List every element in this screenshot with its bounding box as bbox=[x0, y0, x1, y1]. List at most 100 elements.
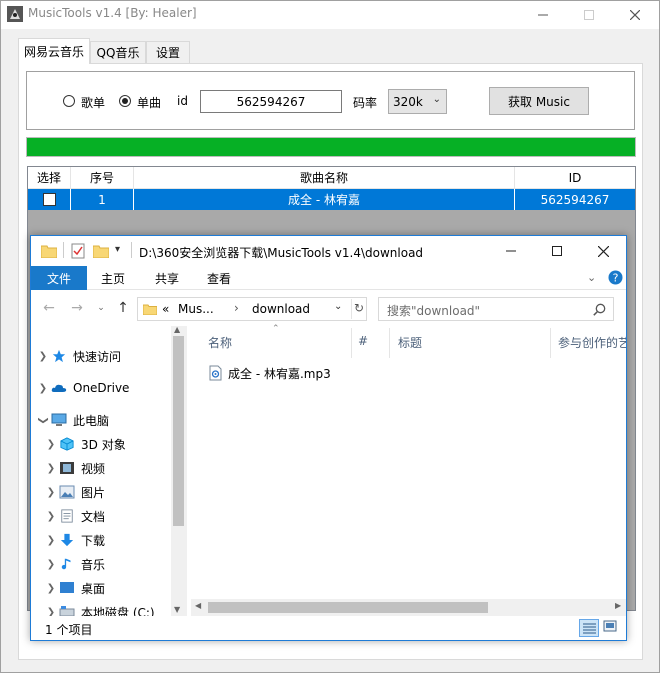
expand-chevron-icon[interactable]: ❯ bbox=[35, 383, 51, 394]
nav-item-3d-objects[interactable]: ❯ 3D 对象 bbox=[43, 432, 183, 456]
search-input[interactable]: 搜索"download" bbox=[378, 297, 614, 321]
column-separator[interactable] bbox=[389, 328, 390, 358]
nav-item-onedrive[interactable]: ❯ OneDrive bbox=[35, 376, 175, 400]
nav-item-label: 快速访问 bbox=[73, 349, 122, 364]
expand-chevron-icon[interactable]: ❯ bbox=[35, 351, 51, 362]
expand-chevron-icon[interactable]: ❯ bbox=[43, 583, 59, 594]
nav-item-pictures[interactable]: ❯ 图片 bbox=[43, 480, 183, 504]
ribbon-expand-chevron-icon[interactable]: ⌄ bbox=[587, 271, 596, 284]
picture-icon bbox=[59, 485, 75, 499]
progress-fill bbox=[27, 138, 635, 156]
details-view-icon bbox=[583, 623, 596, 634]
details-view-button[interactable] bbox=[579, 619, 599, 637]
nav-item-music[interactable]: ❯ 音乐 bbox=[43, 552, 183, 576]
large-icons-view-button[interactable] bbox=[603, 620, 619, 636]
row-select-cell[interactable] bbox=[28, 189, 71, 210]
address-bar[interactable]: « Mus... › download ⌄ ↻ bbox=[137, 297, 367, 321]
row-song-name[interactable]: 成全 - 林宥嘉 bbox=[134, 189, 515, 210]
ribbon-tab-file[interactable]: 文件 bbox=[31, 266, 87, 290]
expand-chevron-icon[interactable]: ❯ bbox=[43, 487, 59, 498]
scroll-left-icon[interactable]: ◀ bbox=[195, 601, 201, 610]
fetch-music-button[interactable]: 获取 Music bbox=[489, 87, 589, 115]
nav-item-videos[interactable]: ❯ 视频 bbox=[43, 456, 183, 480]
forward-arrow-icon[interactable]: → bbox=[67, 298, 87, 318]
scroll-down-icon[interactable]: ▼ bbox=[174, 605, 180, 614]
back-arrow-icon[interactable]: ← bbox=[39, 298, 59, 318]
file-list-horizontal-scrollbar[interactable]: ◀ ▶ bbox=[191, 599, 626, 616]
bitrate-select[interactable]: 320k ⌄ bbox=[388, 89, 447, 114]
close-button[interactable] bbox=[612, 1, 658, 29]
address-dropdown-chevron-icon[interactable]: ⌄ bbox=[334, 301, 342, 312]
row-checkbox[interactable] bbox=[42, 193, 56, 206]
nav-item-downloads[interactable]: ❯ 下载 bbox=[43, 528, 183, 552]
id-input[interactable]: 562594267 bbox=[200, 90, 342, 113]
scroll-right-icon[interactable]: ▶ bbox=[615, 601, 621, 610]
properties-icon[interactable] bbox=[71, 243, 85, 259]
breadcrumb-item-download[interactable]: download bbox=[252, 302, 310, 316]
recent-locations-chevron-icon[interactable]: ⌄ bbox=[91, 298, 111, 318]
navigation-scrollbar[interactable]: ▲ ▼ bbox=[171, 325, 187, 616]
app-title-bar[interactable]: MusicTools v1.4 [By: Healer] bbox=[1, 1, 659, 29]
ribbon-tabs: 文件 主页 共享 查看 ⌄ ? bbox=[31, 266, 626, 290]
expand-chevron-icon[interactable]: ❯ bbox=[43, 511, 59, 522]
breadcrumb-separator-icon: › bbox=[234, 301, 239, 315]
expand-chevron-icon[interactable]: ❯ bbox=[43, 439, 59, 450]
star-icon bbox=[52, 349, 66, 363]
up-arrow-icon[interactable]: ↑ bbox=[113, 298, 133, 318]
column-header-song-name[interactable]: 歌曲名称 bbox=[134, 167, 515, 189]
file-item[interactable]: 成全 - 林宥嘉.mp3 bbox=[209, 362, 331, 384]
row-song-id[interactable]: 562594267 bbox=[515, 189, 635, 210]
breadcrumb-item-music[interactable]: Mus... bbox=[178, 302, 214, 316]
music-icon bbox=[61, 558, 71, 570]
help-icon[interactable]: ? bbox=[608, 270, 623, 285]
single-song-radio[interactable] bbox=[119, 95, 131, 107]
collapse-chevron-icon[interactable]: ❯ bbox=[38, 412, 49, 428]
expand-chevron-icon[interactable]: ❯ bbox=[43, 463, 59, 474]
maximize-icon bbox=[552, 246, 562, 256]
explorer-close-button[interactable] bbox=[580, 236, 626, 266]
nav-item-documents[interactable]: ❯ 文档 bbox=[43, 504, 183, 528]
nav-item-quick-access[interactable]: ❯ 快速访问 bbox=[35, 344, 175, 368]
column-header-select[interactable]: 选择 bbox=[28, 167, 71, 189]
scrollbar-thumb[interactable] bbox=[208, 602, 488, 613]
video-icon bbox=[60, 462, 74, 474]
nav-item-label: OneDrive bbox=[73, 381, 130, 395]
tab-netease-music[interactable]: 网易云音乐 bbox=[18, 38, 90, 64]
scrollbar-thumb[interactable] bbox=[173, 336, 184, 526]
ribbon-tab-share[interactable]: 共享 bbox=[147, 266, 187, 290]
column-header-title[interactable]: 标题 bbox=[398, 334, 422, 351]
column-header-name[interactable]: 名称 bbox=[208, 334, 232, 351]
expand-chevron-icon[interactable]: ❯ bbox=[43, 535, 59, 546]
document-icon bbox=[61, 509, 73, 523]
refresh-icon[interactable]: ↻ bbox=[354, 301, 364, 315]
column-separator[interactable] bbox=[550, 328, 551, 358]
explorer-maximize-button[interactable] bbox=[534, 236, 580, 266]
svg-text:?: ? bbox=[613, 272, 619, 285]
ribbon-tab-view[interactable]: 查看 bbox=[199, 266, 239, 290]
breadcrumb-overflow[interactable]: « bbox=[162, 302, 169, 316]
tab-settings[interactable]: 设置 bbox=[146, 41, 190, 63]
row-index[interactable]: 1 bbox=[71, 189, 134, 210]
column-header-id[interactable]: ID bbox=[515, 167, 635, 189]
scroll-up-icon[interactable]: ▲ bbox=[174, 325, 180, 334]
column-header-number[interactable]: # bbox=[358, 334, 368, 348]
new-folder-icon[interactable] bbox=[93, 244, 109, 258]
separator bbox=[63, 242, 64, 258]
search-icon[interactable] bbox=[593, 303, 606, 316]
quick-access-toolbar-dropdown[interactable]: ▾ bbox=[115, 244, 120, 255]
explorer-title-bar[interactable]: ▾ D:\360安全浏览器下载\MusicTools v1.4\download bbox=[31, 236, 626, 266]
status-bar: 1 个项目 bbox=[31, 616, 626, 640]
ribbon-tab-home[interactable]: 主页 bbox=[93, 266, 133, 290]
column-header-index[interactable]: 序号 bbox=[71, 167, 134, 189]
minimize-button[interactable] bbox=[520, 1, 566, 29]
nav-item-label: 视频 bbox=[81, 461, 106, 476]
nav-item-label: 图片 bbox=[81, 485, 106, 500]
explorer-minimize-button[interactable] bbox=[488, 236, 534, 266]
expand-chevron-icon[interactable]: ❯ bbox=[43, 559, 59, 570]
column-header-contributing-artists[interactable]: 参与创作的艺 bbox=[558, 334, 626, 351]
playlist-radio[interactable] bbox=[63, 95, 75, 107]
nav-item-desktop[interactable]: ❯ 桌面 bbox=[43, 576, 183, 600]
column-separator[interactable] bbox=[351, 328, 352, 358]
nav-item-this-pc[interactable]: ❯ 此电脑 bbox=[35, 408, 175, 432]
tab-qq-music[interactable]: QQ音乐 bbox=[90, 41, 146, 63]
